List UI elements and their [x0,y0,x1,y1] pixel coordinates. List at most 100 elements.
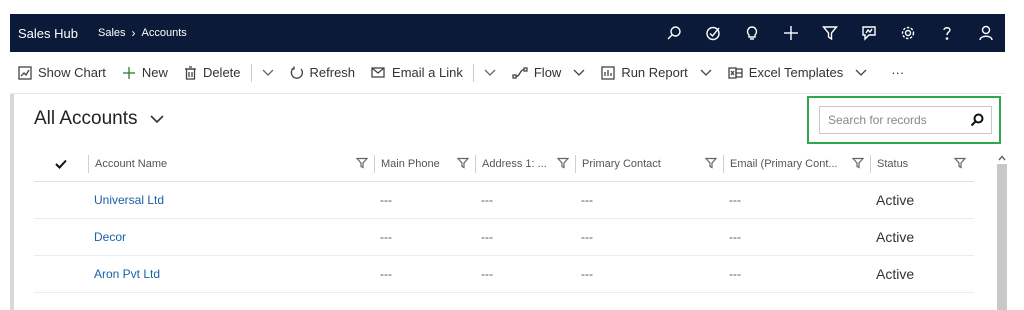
command-bar: Show Chart New Delete Refresh Email a Li… [10,52,1005,94]
flow-button[interactable]: Flow [504,52,593,93]
more-icon: ··· [891,65,905,80]
primary-contact-cell: --- [581,193,593,207]
chart-icon [18,65,32,80]
search-icon [970,113,984,127]
scrollbar-thumb[interactable] [997,164,1007,310]
status-cell: Active [876,266,915,282]
table-row[interactable]: Universal Ltd --- --- --- --- Active [34,182,974,219]
column-header-main-phone[interactable]: Main Phone [374,154,475,173]
filter-icon[interactable] [456,157,470,172]
search-input[interactable] [828,113,958,127]
delete-label: Delete [202,65,241,80]
grid-header: Account Name Main Phone Address 1: ... P… [34,146,974,182]
main-phone-cell: --- [380,193,392,207]
email-link-button[interactable]: Email a Link [363,52,471,93]
filter-icon[interactable] [953,157,967,172]
delete-button[interactable]: Delete [176,52,249,93]
refresh-button[interactable]: Refresh [282,52,364,93]
column-label: Status [877,157,909,170]
app-name[interactable]: Sales Hub [10,26,78,41]
email-link-label: Email a Link [392,65,463,80]
account-name-link[interactable]: Universal Ltd [88,193,374,207]
search-highlight-box [807,96,1001,144]
new-label: New [141,65,168,80]
separator [472,63,474,82]
address-cell: --- [481,230,493,244]
table-row[interactable]: Aron Pvt Ltd --- --- --- --- Active [34,256,974,293]
refresh-label: Refresh [309,65,356,80]
search-box [819,106,992,134]
refresh-icon [290,66,303,79]
trash-icon [184,65,196,80]
separator [250,63,252,82]
lightbulb-icon[interactable] [732,14,771,52]
chevron-down-icon [149,114,164,123]
user-icon[interactable] [966,14,1005,52]
email-cell: --- [729,193,741,207]
task-icon[interactable] [693,14,732,52]
search-button[interactable] [963,107,991,133]
page-title: All Accounts [34,108,138,129]
excel-templates-label: Excel Templates [748,65,844,80]
breadcrumb-sales[interactable]: Sales [98,27,126,39]
filter-icon[interactable] [704,157,718,172]
select-all-checkbox[interactable] [34,155,88,173]
help-icon[interactable] [927,14,966,52]
breadcrumb: Sales › Accounts [98,26,187,40]
excel-templates-button[interactable]: Excel Templates [720,52,875,93]
vertical-scrollbar[interactable] [997,146,1007,310]
filter-icon[interactable] [355,157,369,172]
column-label: Main Phone [381,157,440,170]
gear-icon[interactable] [888,14,927,52]
search-icon[interactable] [654,14,693,52]
column-label: Account Name [95,157,168,170]
plus-icon[interactable] [771,14,810,52]
plus-icon [122,66,135,79]
show-chart-button[interactable]: Show Chart [10,52,114,93]
run-report-label: Run Report [621,65,688,80]
chevron-down-icon [573,69,585,76]
account-name-link[interactable]: Aron Pvt Ltd [88,267,374,281]
column-header-primary-contact[interactable]: Primary Contact [575,154,723,173]
email-cell: --- [729,230,741,244]
excel-icon [728,66,743,79]
delete-dropdown[interactable] [254,52,282,93]
report-icon [601,65,615,80]
column-label: Address 1: ... [482,157,547,170]
email-link-dropdown[interactable] [476,52,504,93]
column-header-address[interactable]: Address 1: ... [475,154,575,173]
filter-icon[interactable] [810,14,849,52]
column-label: Primary Contact [582,157,661,170]
column-header-account-name[interactable]: Account Name [88,154,374,173]
top-nav-bar: Sales Hub Sales › Accounts [10,14,1005,52]
records-grid: Account Name Main Phone Address 1: ... P… [34,146,974,293]
status-cell: Active [876,229,915,245]
chevron-down-icon [484,69,496,76]
flow-label: Flow [533,65,562,80]
column-label: Email (Primary Cont... [730,157,838,170]
chevron-down-icon [262,69,273,76]
primary-contact-cell: --- [581,267,593,281]
filter-icon[interactable] [556,157,570,172]
filter-icon[interactable] [851,157,865,172]
column-header-status[interactable]: Status [870,154,972,173]
table-row[interactable]: Decor --- --- --- --- Active [34,219,974,256]
main-phone-cell: --- [380,267,392,281]
chevron-right-icon: › [131,26,136,40]
new-button[interactable]: New [114,52,176,93]
account-name-link[interactable]: Decor [88,230,374,244]
address-cell: --- [481,267,493,281]
primary-contact-cell: --- [581,230,593,244]
run-report-button[interactable]: Run Report [593,52,719,93]
column-header-email[interactable]: Email (Primary Cont... [723,154,870,173]
show-chart-label: Show Chart [38,65,106,80]
more-commands-button[interactable]: ··· [883,52,912,93]
breadcrumb-accounts[interactable]: Accounts [142,27,187,39]
assistant-icon[interactable] [849,14,888,52]
left-accent-strip [10,94,14,310]
chevron-down-icon [855,69,867,76]
chevron-down-icon [700,69,712,76]
address-cell: --- [481,193,493,207]
view-selector[interactable]: All Accounts [34,108,164,130]
checkmark-icon [55,159,67,169]
